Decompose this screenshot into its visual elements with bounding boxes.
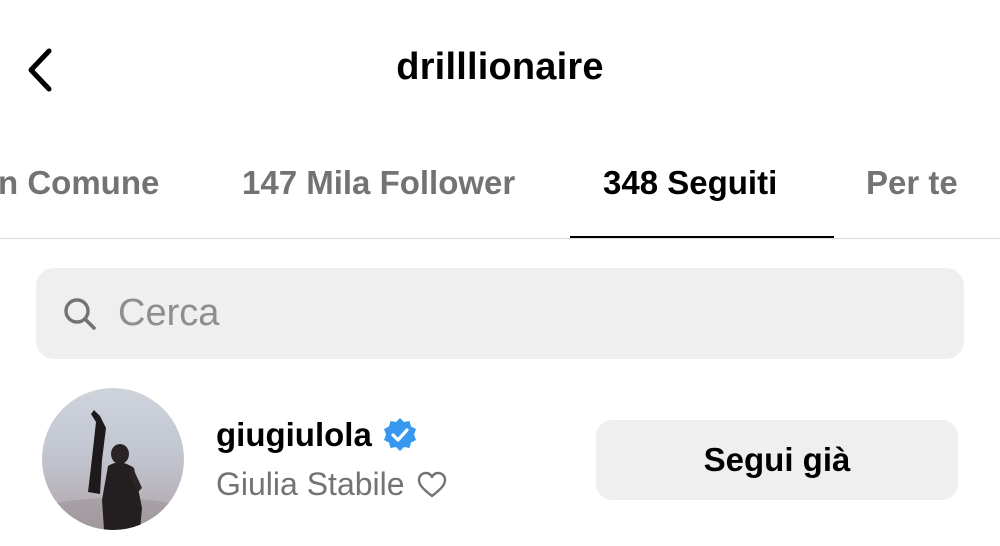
list-item[interactable]: giugiulola Giulia Stabile Segui già [0, 380, 1000, 546]
page-title: drilllionaire [396, 46, 604, 88]
avatar[interactable] [42, 388, 184, 530]
search-icon [60, 294, 100, 334]
tab-followers[interactable]: 147 Mila Follower [242, 164, 515, 202]
tab-following[interactable]: 348 Seguiti [603, 164, 777, 202]
heart-icon [417, 471, 447, 499]
username-line: giugiulola [216, 416, 418, 454]
tab-bar: n Comune 147 Mila Follower 348 Seguiti P… [0, 140, 1000, 240]
full-name: Giulia Stabile [216, 466, 405, 502]
username[interactable]: giugiulola [216, 416, 372, 454]
following-button[interactable]: Segui già [596, 420, 958, 500]
search-bar[interactable] [36, 268, 964, 359]
search-input[interactable] [118, 283, 898, 344]
tab-in-comune[interactable]: n Comune [0, 164, 159, 202]
top-bar: drilllionaire [0, 0, 1000, 140]
verified-badge-icon [382, 417, 418, 453]
tabs-divider [0, 238, 1000, 239]
tab-per-te[interactable]: Per te [866, 164, 958, 202]
full-name-line: Giulia Stabile [216, 466, 447, 503]
